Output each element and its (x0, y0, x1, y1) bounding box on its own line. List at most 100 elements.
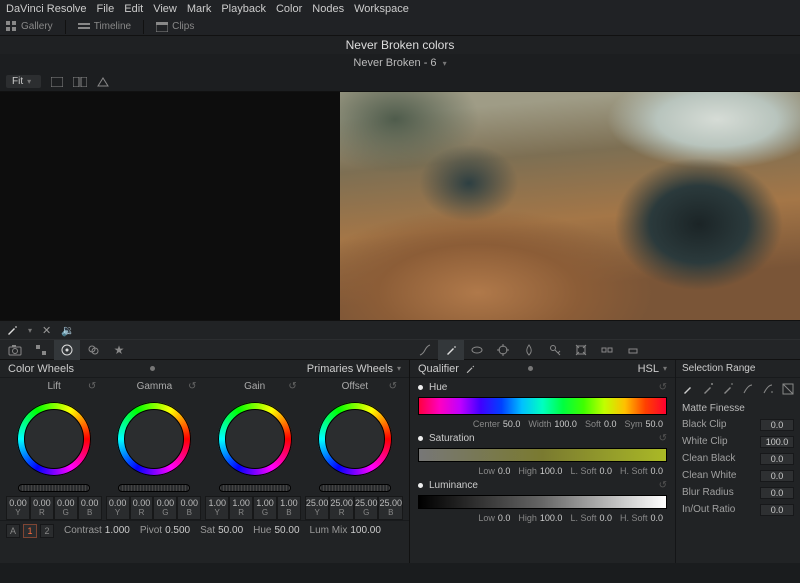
lift-r[interactable]: 0.00R (30, 496, 54, 520)
lum-lsoft[interactable]: L. Soft0.0 (570, 513, 612, 523)
feather-sub-icon[interactable] (762, 383, 774, 395)
value[interactable]: 0.0 (760, 470, 794, 482)
menu-app[interactable]: DaVinci Resolve (6, 3, 87, 15)
gain-b[interactable]: 1.00B (277, 496, 301, 520)
picker-sub-icon[interactable] (722, 383, 734, 395)
enabled-dot-icon[interactable] (418, 483, 423, 488)
zoom-fit-dropdown[interactable]: Fit ▾ (6, 75, 41, 88)
tracker-icon[interactable] (490, 340, 516, 360)
offset-r[interactable]: 25.00R (329, 496, 354, 520)
lum-low[interactable]: Low0.0 (478, 513, 510, 523)
chevron-down-icon[interactable]: ▾ (397, 364, 401, 373)
lum-hsoft[interactable]: H. Soft0.0 (620, 513, 663, 523)
value[interactable]: 0.0 (760, 453, 794, 465)
wheel-gamma[interactable] (117, 402, 191, 476)
reset-icon[interactable]: ↺ (88, 381, 96, 392)
reset-icon[interactable]: ↺ (659, 433, 667, 444)
sat-low[interactable]: Low0.0 (478, 466, 510, 476)
menu-playback[interactable]: Playback (221, 3, 266, 15)
offset-b[interactable]: 25.00B (378, 496, 403, 520)
menu-file[interactable]: File (97, 3, 115, 15)
sat-lsoft[interactable]: L. Soft0.0 (570, 466, 612, 476)
offset-y[interactable]: 25.00Y (305, 496, 330, 520)
primaries-mode-label[interactable]: Primaries Wheels (307, 363, 393, 375)
hue-spectrum[interactable] (418, 397, 667, 415)
page-2[interactable]: 2 (40, 524, 54, 538)
picker-icon[interactable] (682, 383, 694, 395)
single-view-icon[interactable] (51, 77, 63, 87)
lift-b[interactable]: 0.00B (78, 496, 102, 520)
luminance-bar[interactable] (418, 495, 667, 509)
wheel-offset[interactable] (318, 402, 392, 476)
value[interactable]: 0.0 (760, 487, 794, 499)
options-dot-icon[interactable] (150, 366, 155, 371)
offset-g[interactable]: 25.00G (354, 496, 379, 520)
menu-color[interactable]: Color (276, 3, 302, 15)
menu-edit[interactable]: Edit (124, 3, 143, 15)
wheel-gain[interactable] (218, 402, 292, 476)
menu-mark[interactable]: Mark (187, 3, 211, 15)
reset-icon[interactable]: ↺ (389, 381, 397, 392)
rgb-mixer-icon[interactable] (80, 340, 106, 360)
jog-gain[interactable] (219, 484, 291, 492)
options-dot-icon[interactable] (528, 366, 533, 371)
eyedropper-icon[interactable] (6, 324, 18, 336)
close-icon[interactable]: ✕ (42, 324, 51, 337)
gamma-y[interactable]: 0.00Y (106, 496, 130, 520)
chevron-down-icon[interactable]: ▾ (443, 59, 447, 68)
window-icon[interactable] (464, 340, 490, 360)
gain-r[interactable]: 1.00R (229, 496, 253, 520)
lift-g[interactable]: 0.00G (54, 496, 78, 520)
gain-g[interactable]: 1.00G (253, 496, 277, 520)
enabled-dot-icon[interactable] (418, 385, 423, 390)
param-contrast[interactable]: Contrast1.000 (64, 525, 130, 536)
camera-raw-icon[interactable] (2, 340, 28, 360)
key-icon[interactable] (542, 340, 568, 360)
value[interactable]: 100.0 (760, 436, 794, 448)
jog-lift[interactable] (18, 484, 90, 492)
reset-icon[interactable]: ↺ (188, 381, 196, 392)
page-1[interactable]: 1 (23, 524, 37, 538)
motion-effects-icon[interactable]: ★ (106, 340, 132, 360)
chevron-down-icon[interactable]: ▾ (663, 364, 667, 373)
param-pivot[interactable]: Pivot0.500 (140, 525, 190, 536)
menu-workspace[interactable]: Workspace (354, 3, 409, 15)
enabled-dot-icon[interactable] (418, 436, 423, 441)
hue-soft[interactable]: Soft0.0 (585, 419, 617, 429)
hue-width[interactable]: Width100.0 (528, 419, 577, 429)
jog-offset[interactable] (319, 484, 391, 492)
invert-icon[interactable] (782, 383, 794, 395)
color-match-icon[interactable] (28, 340, 54, 360)
qualifier-mode-label[interactable]: HSL (638, 363, 659, 375)
chevron-down-icon[interactable]: ▾ (28, 326, 32, 335)
viewer-reference[interactable] (0, 92, 340, 320)
sizing-icon[interactable] (568, 340, 594, 360)
menu-nodes[interactable]: Nodes (312, 3, 344, 15)
eyedropper-icon[interactable] (465, 364, 475, 374)
hue-center[interactable]: Center50.0 (473, 419, 521, 429)
gamma-b[interactable]: 0.00B (177, 496, 201, 520)
color-wheels-icon[interactable] (54, 340, 80, 360)
blur-icon[interactable] (516, 340, 542, 360)
data-burn-icon[interactable] (620, 340, 646, 360)
viewer-program[interactable] (340, 92, 800, 320)
value[interactable]: 0.0 (760, 504, 794, 516)
reset-icon[interactable]: ↺ (659, 480, 667, 491)
tab-clips[interactable]: Clips (156, 21, 194, 32)
param-sat[interactable]: Sat50.00 (200, 525, 243, 536)
param-lummix[interactable]: Lum Mix100.00 (310, 525, 381, 536)
qualifier-icon[interactable] (438, 340, 464, 360)
reset-icon[interactable]: ↺ (659, 382, 667, 393)
dual-view-icon[interactable] (73, 77, 87, 87)
feather-add-icon[interactable] (742, 383, 754, 395)
value[interactable]: 0.0 (760, 419, 794, 431)
stereo-icon[interactable] (594, 340, 620, 360)
jog-gamma[interactable] (118, 484, 190, 492)
highlight-icon[interactable] (97, 77, 109, 87)
tab-gallery[interactable]: Gallery (6, 21, 53, 32)
sat-high[interactable]: High100.0 (518, 466, 562, 476)
speaker-icon[interactable]: 🔉 (61, 324, 75, 337)
gain-y[interactable]: 1.00Y (205, 496, 229, 520)
curves-icon[interactable] (412, 340, 438, 360)
reset-icon[interactable]: ↺ (288, 381, 296, 392)
